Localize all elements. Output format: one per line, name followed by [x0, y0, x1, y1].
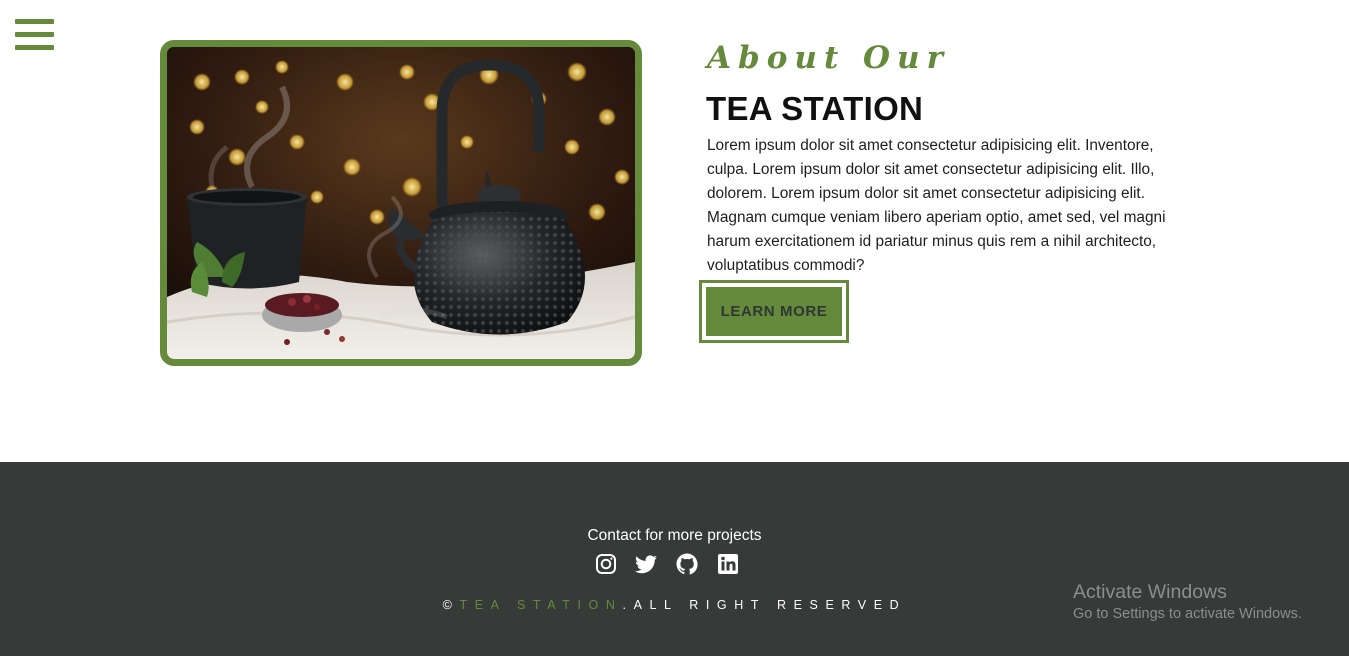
github-icon[interactable] — [675, 552, 699, 576]
learn-more-button[interactable]: LEARN MORE — [706, 287, 842, 336]
about-title: TEA STATION — [706, 90, 924, 127]
about-paragraph: Lorem ipsum dolor sit amet consectetur a… — [707, 137, 1166, 274]
linkedin-icon[interactable] — [716, 552, 740, 576]
twitter-icon[interactable] — [634, 552, 658, 576]
watermark-subtitle: Go to Settings to activate Windows. — [1073, 606, 1302, 622]
teapot-illustration — [167, 47, 635, 359]
social-links — [594, 552, 744, 576]
copyright-brand: TEA STATION — [459, 598, 623, 612]
footer: Contact for more projects ©TEA STATION.A… — [0, 462, 1349, 656]
instagram-icon[interactable] — [594, 552, 618, 576]
copyright-rest: .ALL RIGHT RESERVED — [622, 598, 907, 612]
contact-text: Contact for more projects — [587, 527, 762, 544]
teapot-photo — [160, 40, 642, 366]
about-section: About Our TEA STATION Lorem ipsum dolor … — [0, 0, 1349, 462]
windows-activation-watermark: Activate Windows Go to Settings to activ… — [1073, 580, 1302, 624]
copyright-symbol: © — [442, 598, 460, 612]
learn-more-frame: LEARN MORE — [699, 280, 849, 343]
about-script-heading: About Our — [707, 40, 950, 76]
watermark-title: Activate Windows — [1073, 581, 1227, 603]
